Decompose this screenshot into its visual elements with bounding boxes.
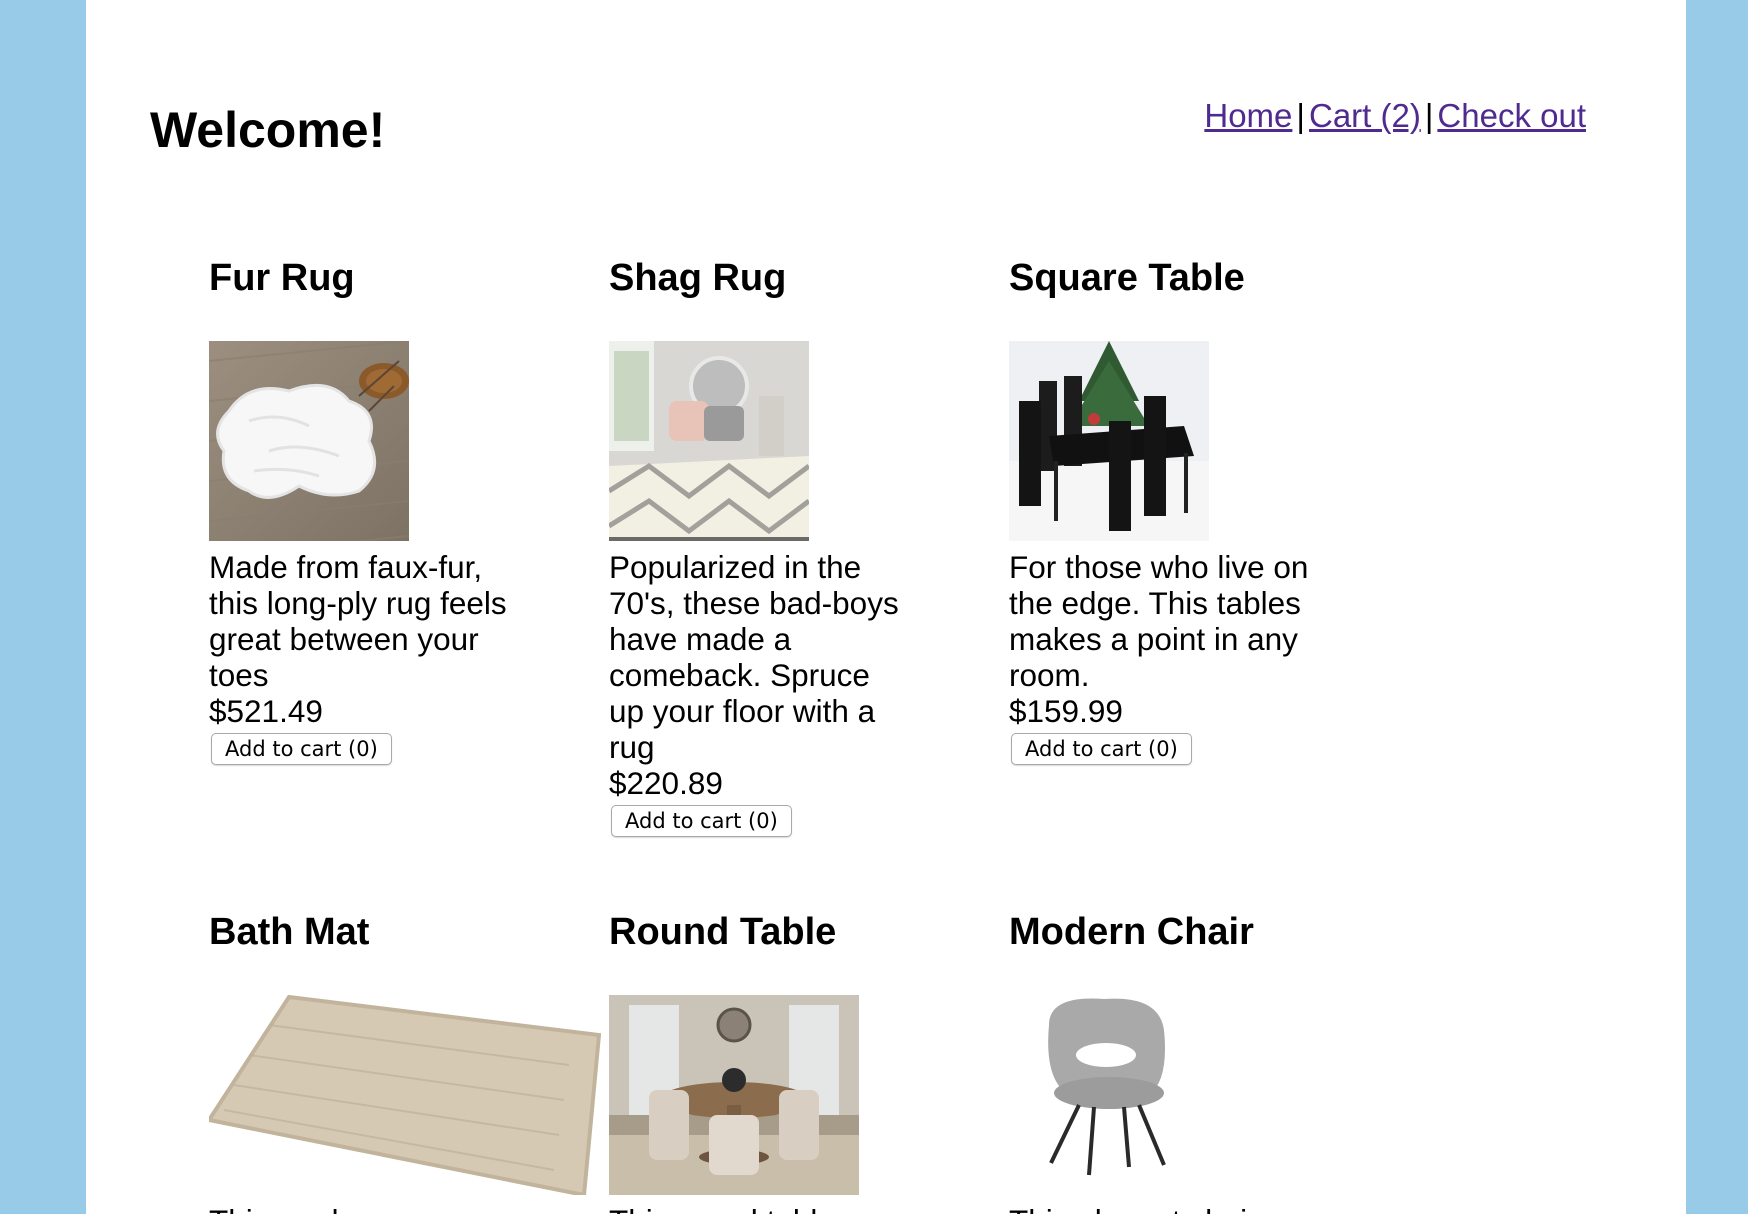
product-description: Popularized in the 70's, these bad-boys … [609, 549, 899, 765]
modern-chair-image [1009, 995, 1209, 1195]
product-title: Modern Chair [1009, 911, 1254, 953]
product-title: Round Table [609, 911, 837, 953]
nav-cart-link[interactable]: Cart (2) [1309, 97, 1421, 134]
product-description: Made from faux-fur, this long-ply rug fe… [209, 549, 507, 693]
round-table-image [609, 995, 859, 1195]
product-card-fur-rug: Fur Rug Made from faux-fur, this long-pl… [209, 256, 509, 765]
product-description: For those who live on the edge. This tab… [1009, 549, 1309, 693]
nav-home-link[interactable]: Home [1204, 97, 1292, 134]
product-price: $521.49 [209, 693, 323, 729]
page-title: Welcome! [150, 102, 386, 158]
page-container: Welcome! Home | Cart (2) | Check out Fur Rug [86, 0, 1686, 1214]
product-title: Square Table [1009, 257, 1245, 299]
fur-rug-image [209, 341, 409, 541]
product-card-square-table: Square Table For those who live on the e… [1009, 256, 1309, 765]
add-to-cart-button[interactable]: Add to cart (0) [611, 805, 792, 837]
product-title: Bath Mat [209, 911, 370, 953]
product-card-modern-chair: Modern Chair This elegant chair [1009, 910, 1309, 1214]
product-description: This rug has [209, 1203, 609, 1214]
product-title: Shag Rug [609, 257, 787, 299]
product-title: Fur Rug [209, 257, 355, 299]
product-card-shag-rug: Shag Rug Popularized in the 70's, these … [609, 256, 909, 837]
product-description: This elegant chair [1009, 1203, 1309, 1214]
nav-separator: | [1296, 97, 1305, 134]
square-table-image [1009, 341, 1209, 541]
product-price: $220.89 [609, 765, 723, 801]
nav-separator: | [1424, 97, 1434, 134]
top-nav: Home | Cart (2) | Check out [1204, 96, 1586, 136]
nav-checkout-link[interactable]: Check out [1437, 97, 1586, 134]
add-to-cart-button[interactable]: Add to cart (0) [211, 733, 392, 765]
product-description: This round table [609, 1203, 909, 1214]
product-card-round-table: Round Table This round table [609, 910, 909, 1214]
bath-mat-image [209, 995, 601, 1195]
add-to-cart-button[interactable]: Add to cart (0) [1011, 733, 1192, 765]
shag-rug-image [609, 341, 809, 541]
product-price: $159.99 [1009, 693, 1123, 729]
product-card-bath-mat: Bath Mat This rug has [209, 910, 609, 1214]
